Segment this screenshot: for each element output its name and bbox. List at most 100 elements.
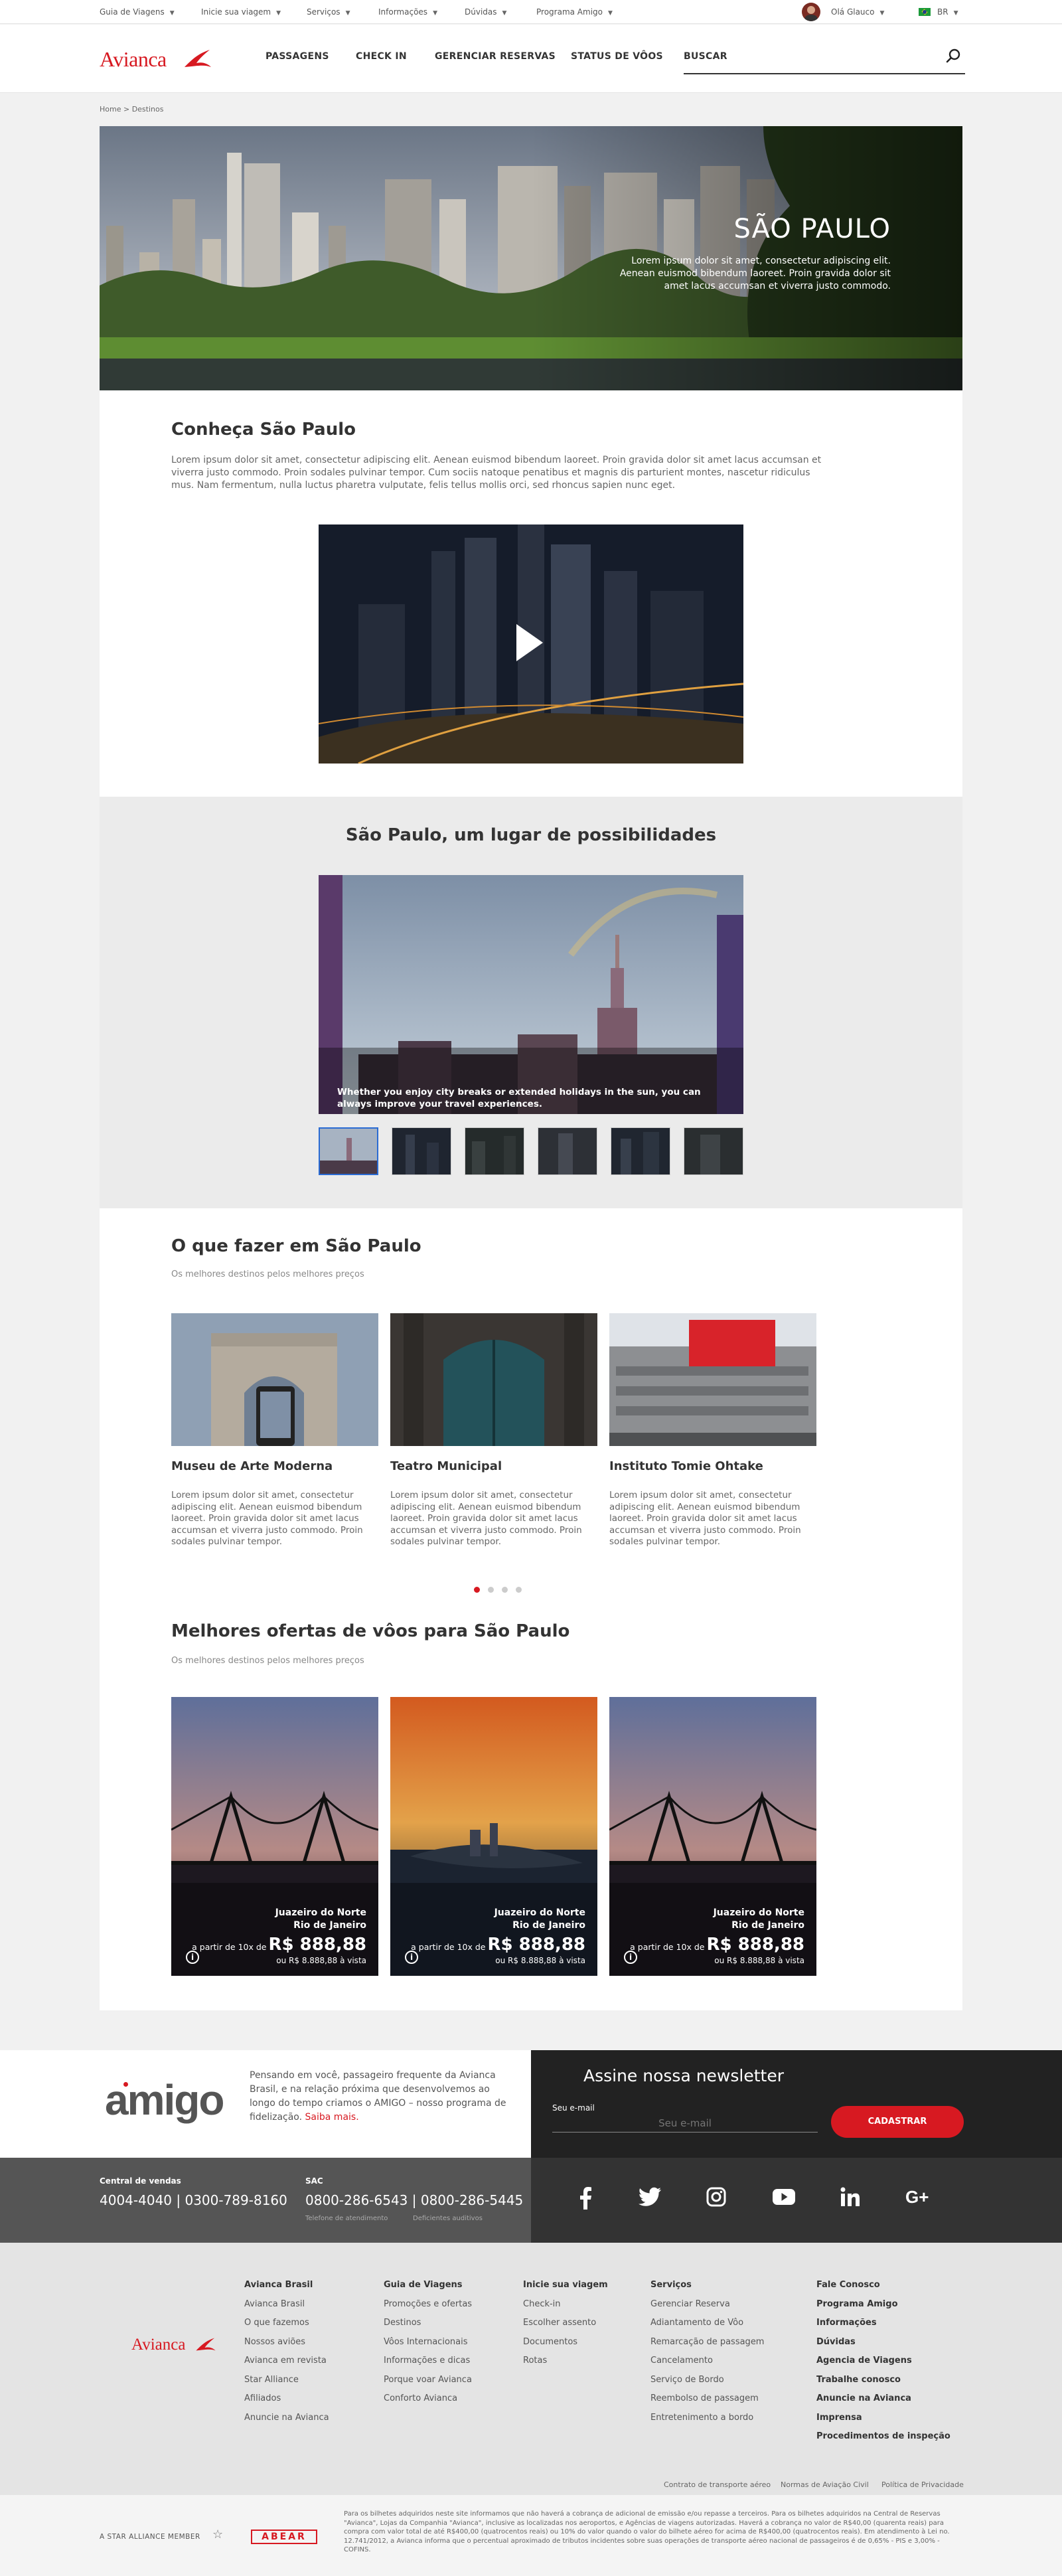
footer-avianca-logo[interactable]: Avianca — [131, 2336, 185, 2354]
footer-link[interactable]: Vôos Internacionais — [384, 2333, 472, 2352]
footer-link[interactable]: Gerenciar Reserva — [650, 2295, 764, 2314]
legal-link-privacidade[interactable]: Política de Privacidade — [881, 2480, 964, 2489]
search-icon[interactable] — [945, 48, 961, 64]
footer-link[interactable]: Avianca Brasil — [244, 2295, 329, 2314]
breadcrumb[interactable]: Home > Destinos — [100, 105, 163, 114]
footer-link[interactable]: Fale Conosco — [816, 2276, 950, 2295]
offer-card[interactable]: Juazeiro do Norte Rio de Janeiro a partir… — [390, 1697, 597, 1976]
footer-link[interactable]: Documentos — [523, 2333, 608, 2352]
footer-column-heading[interactable]: Inicie sua viagem — [523, 2276, 608, 2295]
cadastrar-button[interactable]: CADASTRAR — [831, 2106, 964, 2138]
legal-link-contrato[interactable]: Contrato de transporte aéreo — [664, 2480, 771, 2489]
topbar-programa-amigo[interactable]: Programa Amigo ▼ — [536, 7, 613, 17]
footer-link[interactable]: Cancelamento — [650, 2352, 764, 2371]
pagination-dot[interactable] — [516, 1587, 522, 1593]
todo-card-image[interactable] — [609, 1313, 816, 1446]
topbar-servicos[interactable]: Serviços ▼ — [307, 7, 350, 17]
offer-card[interactable]: Juazeiro do Norte Rio de Janeiro a partir… — [609, 1697, 816, 1976]
todo-card-title[interactable]: Museu de Arte Moderna — [171, 1459, 333, 1473]
footer-link[interactable]: O que fazemos — [244, 2314, 329, 2333]
todo-card-title[interactable]: Instituto Tomie Ohtake — [609, 1459, 763, 1473]
gallery-main-slide[interactable]: Whether you enjoy city breaks or extende… — [319, 875, 743, 1114]
offer-route: Juazeiro do Norte Rio de Janeiro — [713, 1907, 804, 1931]
pagination-dot[interactable] — [488, 1587, 494, 1593]
google-plus-icon[interactable]: G+ — [905, 2187, 929, 2207]
newsletter-email-input[interactable] — [552, 2114, 818, 2133]
play-icon[interactable] — [514, 623, 544, 663]
gallery-thumbnail[interactable] — [611, 1127, 670, 1175]
arc-de-triomphe-image — [171, 1313, 378, 1446]
gallery-thumbnail[interactable] — [465, 1127, 524, 1175]
todo-card-image[interactable] — [171, 1313, 378, 1446]
info-icon[interactable]: i — [186, 1951, 199, 1964]
amigo-logo[interactable]: amigo — [105, 2075, 224, 2125]
offer-price: a partir de 10x de R$ 888,88 — [192, 1935, 366, 1955]
intro-title: Conheça São Paulo — [171, 420, 356, 440]
amigo-saiba-mais-link[interactable]: Saiba mais. — [305, 2112, 359, 2123]
footer-link[interactable]: Programa Amigo — [816, 2295, 950, 2314]
nav-gerenciar-reservas[interactable]: GERENCIAR RESERVAS — [435, 51, 556, 62]
footer-link[interactable]: Informações — [816, 2314, 950, 2333]
avianca-logo[interactable]: Avianca — [100, 47, 167, 74]
sac-numbers[interactable]: 0800-286-6543 | 0800-286-5445 — [305, 2192, 523, 2208]
topbar-inicie-sua-viagem[interactable]: Inicie sua viagem ▼ — [201, 7, 281, 17]
topbar-guia-de-viagens[interactable]: Guia de Viagens ▼ — [100, 7, 175, 17]
twitter-icon[interactable] — [639, 2187, 661, 2207]
gallery-thumbnail[interactable] — [684, 1127, 743, 1175]
pagination-dot[interactable] — [502, 1587, 508, 1593]
todo-card-image[interactable] — [390, 1313, 597, 1446]
footer-link[interactable]: Conforto Avianca — [384, 2389, 472, 2409]
legal-link-normas[interactable]: Normas de Aviação Civil — [781, 2480, 869, 2489]
youtube-icon[interactable] — [773, 2187, 795, 2207]
footer-link[interactable]: Afiliados — [244, 2389, 329, 2409]
topbar-informacoes[interactable]: Informações ▼ — [378, 7, 437, 17]
footer-link[interactable]: Informações e dicas — [384, 2352, 472, 2371]
footer-link[interactable]: Check-in — [523, 2295, 608, 2314]
nav-passagens[interactable]: PASSAGENS — [266, 51, 329, 62]
footer-link[interactable]: Nossos aviões — [244, 2333, 329, 2352]
country-selector[interactable]: BR ▼ — [937, 7, 958, 17]
footer-link[interactable]: Star Alliance — [244, 2371, 329, 2390]
user-menu[interactable]: Olá Glauco ▼ — [831, 7, 884, 17]
footer-link[interactable]: Serviço de Bordo — [650, 2371, 764, 2390]
search-input[interactable]: BUSCAR — [684, 51, 727, 62]
sales-numbers[interactable]: 4004-4040 | 0300-789-8160 — [100, 2192, 287, 2208]
offer-card[interactable]: Juazeiro do Norte Rio de Janeiro a partir… — [171, 1697, 378, 1976]
nav-check-in[interactable]: CHECK IN — [356, 51, 407, 62]
footer-column-heading[interactable]: Serviços — [650, 2276, 764, 2295]
footer-link[interactable]: Procedimentos de inspeção — [816, 2427, 950, 2447]
info-icon[interactable]: i — [624, 1951, 637, 1964]
footer-link[interactable]: Reembolso de passagem — [650, 2389, 764, 2409]
footer-link[interactable]: Avianca em revista — [244, 2352, 329, 2371]
footer-column-heading[interactable]: Guia de Viagens — [384, 2276, 472, 2295]
footer-link[interactable]: Rotas — [523, 2352, 608, 2371]
footer-link[interactable]: Anuncie na Avianca — [244, 2409, 329, 2428]
footer-link[interactable]: Dúvidas — [816, 2333, 950, 2352]
user-avatar[interactable] — [802, 3, 820, 21]
info-icon[interactable]: i — [405, 1951, 418, 1964]
city-sunset-image — [390, 1697, 597, 1976]
facebook-icon[interactable] — [579, 2187, 592, 2210]
footer-link[interactable]: Anuncie na Avianca — [816, 2389, 950, 2409]
gallery-thumbnail[interactable] — [319, 1127, 378, 1175]
footer-link[interactable]: Promoções e ofertas — [384, 2295, 472, 2314]
footer-link[interactable]: Porque voar Avianca — [384, 2371, 472, 2390]
footer-link[interactable]: Imprensa — [816, 2409, 950, 2428]
linkedin-icon[interactable] — [840, 2187, 860, 2207]
footer-link[interactable]: Entretenimento a bordo — [650, 2409, 764, 2428]
footer-link[interactable]: Destinos — [384, 2314, 472, 2333]
footer-link[interactable]: Remarcação de passagem — [650, 2333, 764, 2352]
gallery-thumbnail[interactable] — [538, 1127, 597, 1175]
footer-link[interactable]: Escolher assento — [523, 2314, 608, 2333]
pagination-dot[interactable] — [474, 1587, 480, 1593]
instagram-icon[interactable] — [706, 2187, 726, 2207]
footer-column-heading[interactable]: Avianca Brasil — [244, 2276, 329, 2295]
gallery-thumbnail[interactable] — [392, 1127, 451, 1175]
footer-link[interactable]: Trabalhe conosco — [816, 2371, 950, 2390]
topbar-duvidas[interactable]: Dúvidas ▼ — [465, 7, 506, 17]
footer-link[interactable]: Adiantamento de Vôo — [650, 2314, 764, 2333]
todo-card-title[interactable]: Teatro Municipal — [390, 1459, 502, 1473]
nav-status-de-voos[interactable]: STATUS DE VÔOS — [571, 51, 663, 62]
video-player[interactable] — [319, 524, 743, 764]
footer-link[interactable]: Agencia de Viagens — [816, 2352, 950, 2371]
